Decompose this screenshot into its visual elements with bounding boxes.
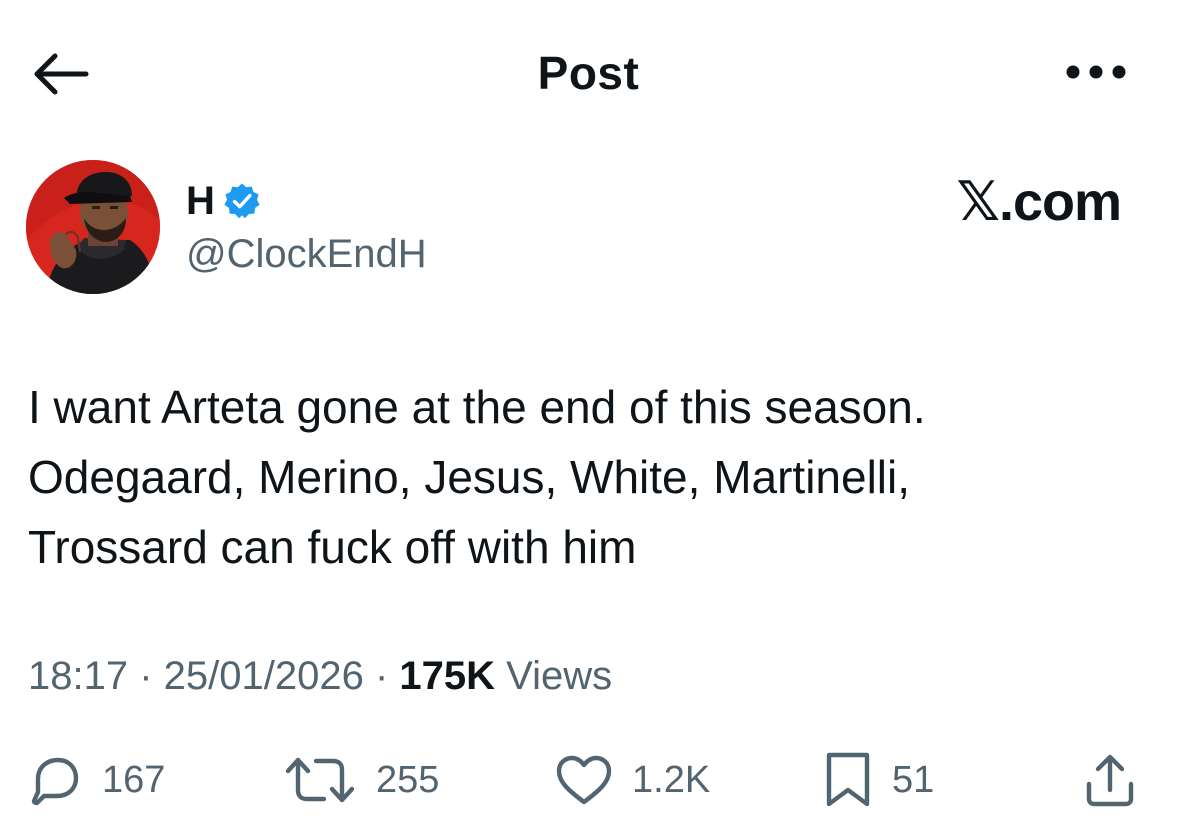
repost-icon (282, 752, 358, 808)
tweet-text: I want Arteta gone at the end of this se… (28, 381, 926, 573)
author-handle[interactable]: @ClockEndH (186, 232, 427, 277)
more-horizontal-icon (1065, 64, 1127, 80)
site-brand-watermark: 𝕏.com (956, 172, 1122, 232)
author-name-row: H (186, 178, 261, 224)
tweet-time[interactable]: 18:17 (28, 654, 128, 699)
reply-count: 167 (102, 758, 166, 801)
tweet-date[interactable]: 25/01/2026 (164, 654, 364, 699)
reply-button[interactable]: 167 (28, 752, 165, 808)
page-title: Post (537, 47, 640, 99)
post-header: Post (0, 0, 1177, 150)
bookmark-icon (822, 750, 874, 810)
verified-badge-icon (223, 182, 261, 220)
share-button[interactable] (1082, 752, 1138, 808)
reply-icon (28, 752, 84, 808)
repost-count: 255 (376, 758, 440, 801)
like-count: 1.2K (632, 758, 711, 801)
meta-separator: · (363, 654, 400, 698)
more-options-button[interactable] (1060, 52, 1132, 92)
repost-button[interactable]: 255 (282, 752, 439, 808)
meta-separator: · (128, 654, 164, 698)
bookmark-button[interactable]: 51 (822, 752, 934, 808)
bookmark-count: 51 (892, 758, 935, 801)
share-icon (1082, 752, 1138, 808)
heart-icon (554, 752, 614, 808)
views-label: Views (495, 654, 613, 698)
tweet-meta: 18:17 · 25/01/2026 · 175K Views (28, 654, 612, 699)
avatar[interactable] (26, 160, 160, 294)
views-count[interactable]: 175K (399, 654, 495, 699)
author-name[interactable]: H (186, 179, 215, 224)
like-button[interactable]: 1.2K (554, 752, 710, 808)
